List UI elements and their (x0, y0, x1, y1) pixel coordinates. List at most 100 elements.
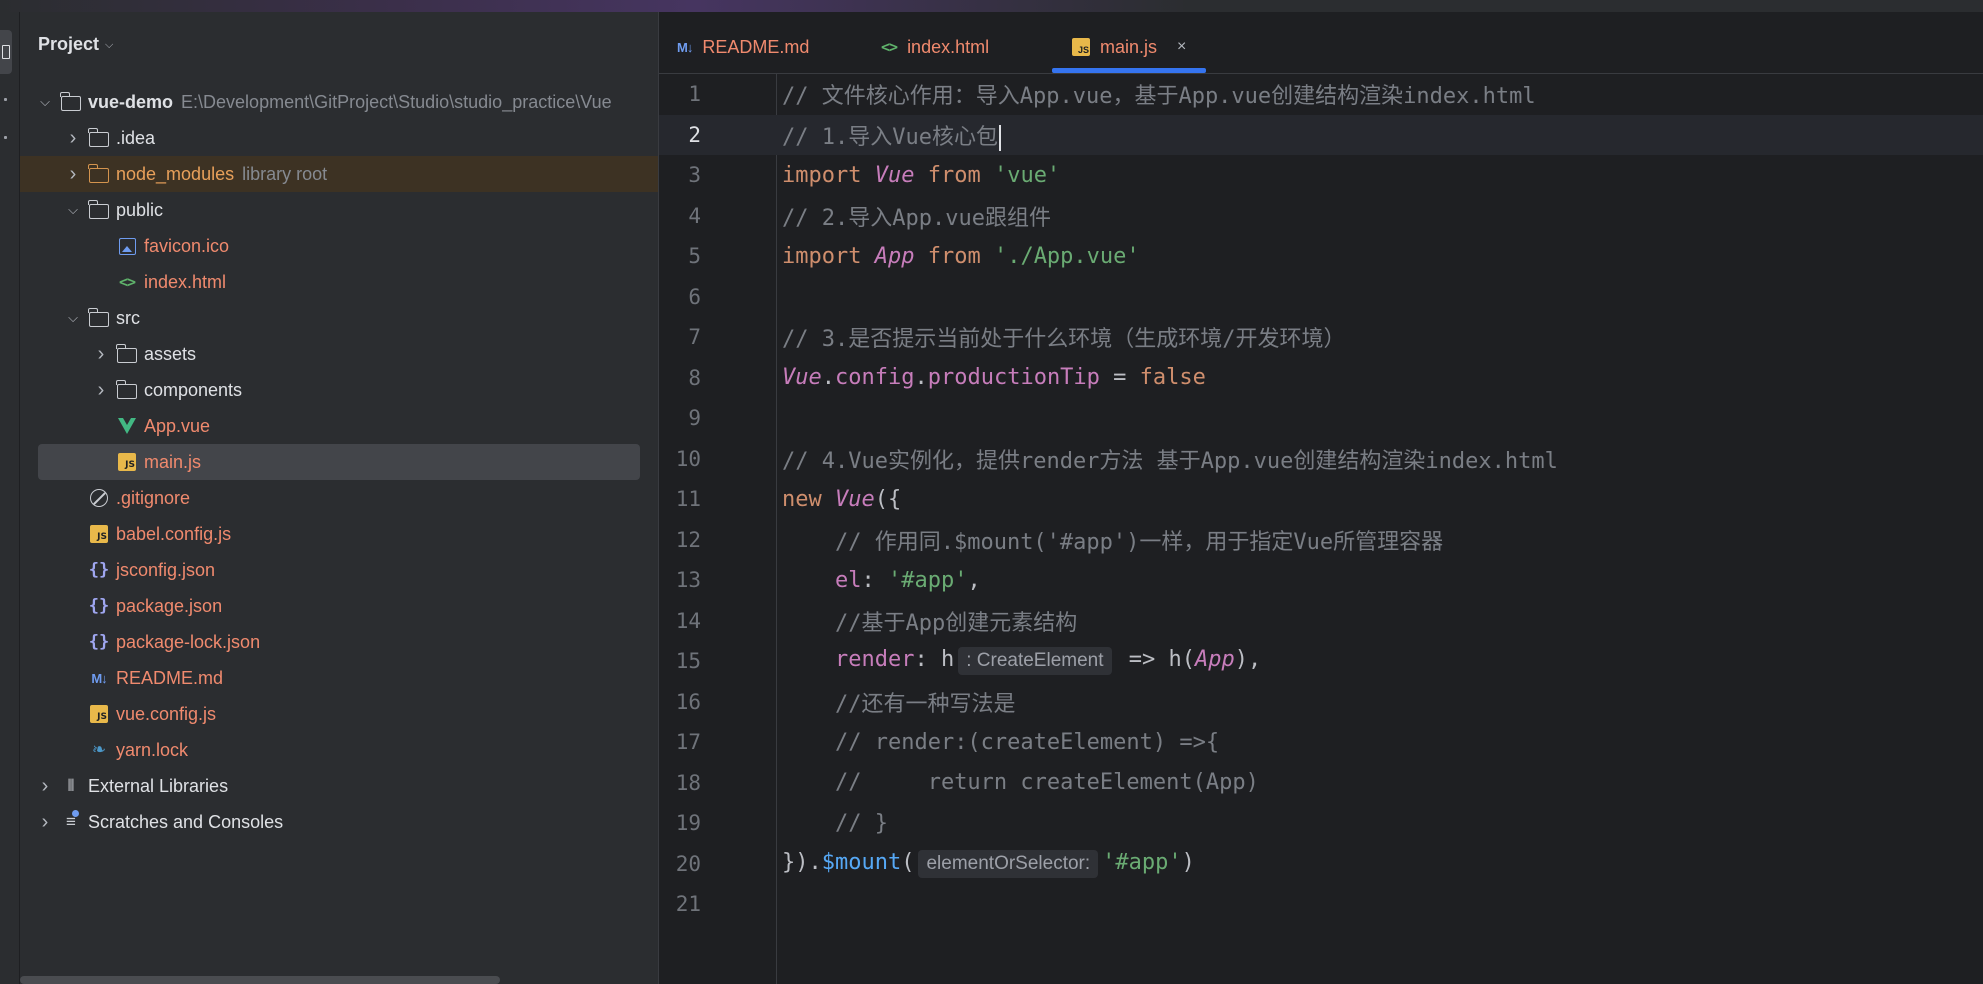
tree-item-label: App.vue (144, 415, 211, 436)
folder-icon (88, 199, 110, 221)
code-token: = (1099, 365, 1140, 391)
tree-row[interactable]: › node_modules library root (20, 156, 658, 192)
chevron-down-icon[interactable]: ⌵ (64, 310, 82, 326)
tree-item-label: yarn.lock (116, 739, 189, 760)
tree-row[interactable]: › assets (20, 336, 658, 372)
tree-row[interactable]: ⌵ public (20, 192, 658, 228)
code-line[interactable]: 9 (659, 398, 1983, 439)
active-tab-indicator (1052, 68, 1206, 73)
chevron-right-icon[interactable]: › (64, 127, 82, 150)
tree-row[interactable]: › components (20, 372, 658, 408)
tree-row[interactable]: {} package-lock.json (20, 624, 658, 660)
yarn-glyph: ❧ (91, 740, 107, 759)
folder-icon (88, 307, 110, 329)
code-line[interactable]: 5 import App from './App.vue' (659, 236, 1983, 277)
code-line[interactable]: 3 import Vue from 'vue' (659, 155, 1983, 196)
code-token: // 3.是否提示当前处于什么环境（生成环境/开发环境） (782, 327, 1346, 353)
tree-row[interactable]: M↓ README.md (20, 660, 658, 696)
project-tree: ⌵ vue-demo E:\Development\GitProject\Studi… (20, 84, 658, 840)
code-token: // 文件核心作用：导入App.vue，基于App.vue创建结构渲染index… (782, 84, 1536, 110)
tree-row[interactable]: App.vue (20, 408, 658, 444)
tree-item-label: Scratches and Consoles (88, 811, 284, 832)
code-line[interactable]: 8 Vue.config.productionTip = false (659, 358, 1983, 399)
tree-row[interactable]: JS main.js (20, 444, 658, 480)
tool-dot-icon[interactable] (4, 98, 7, 101)
code-token: Vue (834, 486, 875, 512)
code-text: // 2.导入App.vue跟组件 (782, 200, 1051, 232)
code-token: import (782, 243, 875, 269)
chevron-down-icon[interactable]: ⌵ (64, 202, 82, 218)
scratches-glyph: ≡ (66, 810, 79, 831)
project-view-selector[interactable]: Project ⌵ (38, 32, 113, 56)
code-line[interactable]: 11 new Vue({ (659, 479, 1983, 520)
tab-readme-md[interactable]: M↓ README.md (677, 32, 809, 62)
code-line[interactable]: 15 render: h: CreateElement => h(App), (659, 641, 1983, 682)
project-tool-button[interactable] (0, 30, 12, 74)
chevron-right-icon[interactable]: › (92, 343, 110, 366)
tab-index-html[interactable]: <> index.html (881, 32, 989, 62)
code-token: // 4.Vue实例化，提供render方法 基于App.vue创建结构渲染in… (782, 448, 1558, 474)
tree-row[interactable]: › .idea (20, 120, 658, 156)
tree-row[interactable]: {} jsconfig.json (20, 552, 658, 588)
code-token: render (834, 647, 915, 673)
code-token: productionTip (927, 365, 1100, 391)
vue-glyph (118, 418, 136, 434)
tree-row[interactable]: ⌵ vue-demo E:\Development\GitProject\Studi… (20, 84, 658, 120)
tree-item-label: package-lock.json (116, 631, 261, 652)
js-file-icon: JS (1072, 38, 1090, 56)
horizontal-scrollbar[interactable] (20, 976, 500, 984)
code-line[interactable]: 6 (659, 277, 1983, 318)
tree-item-label: node_modules (116, 163, 235, 184)
tool-dot-icon[interactable] (4, 136, 7, 139)
code-line[interactable]: 20}).$mount(elementOrSelector: '#app') (659, 844, 1983, 885)
tree-row[interactable]: JS babel.config.js (20, 516, 658, 552)
code-line[interactable]: 7 // 3.是否提示当前处于什么环境（生成环境/开发环境） (659, 317, 1983, 358)
tree-item-label: index.html (144, 271, 227, 292)
folder-shape (116, 343, 137, 363)
tree-row[interactable]: › ⫴ External Libraries (20, 768, 658, 804)
project-panel: Project ⌵ ⌵ vue-demo E:\Development\GitPro… (20, 12, 658, 984)
code-line[interactable]: 21 (659, 884, 1983, 925)
code-view[interactable]: 1 // 文件核心作用：导入App.vue，基于App.vue创建结构渲染inde… (659, 74, 1983, 925)
chevron-right-icon[interactable]: › (64, 163, 82, 186)
tree-row[interactable]: JS vue.config.js (20, 696, 658, 732)
code-token: // 1.导入Vue核心包 (782, 124, 998, 150)
code-line[interactable]: 4 // 2.导入App.vue跟组件 (659, 196, 1983, 237)
tree-row[interactable]: › ≡ Scratches and Consoles (20, 804, 658, 840)
code-line[interactable]: 1 // 文件核心作用：导入App.vue，基于App.vue创建结构渲染inde… (659, 74, 1983, 115)
code-line[interactable]: 14 //基于App创建元素结构 (659, 601, 1983, 642)
code-token: ), (1234, 647, 1262, 673)
chevron-down-icon[interactable]: ⌵ (36, 94, 54, 110)
chevron-right-icon[interactable]: › (36, 811, 54, 834)
folder-shape (60, 91, 81, 111)
js-badge: JS (90, 705, 108, 723)
code-token: . (914, 365, 928, 391)
code-text: el: '#app', (782, 568, 981, 593)
tree-row[interactable]: <> index.html (20, 264, 658, 300)
md-glyph: M↓ (91, 670, 107, 686)
js-file-icon: JS (88, 703, 110, 725)
code-line[interactable]: 2 // 1.导入Vue核心包 (659, 114, 1983, 155)
tree-row[interactable]: .gitignore (20, 480, 658, 516)
tree-row[interactable]: ⌵ src (20, 300, 658, 336)
js-badge: JS (90, 525, 108, 543)
close-icon[interactable]: × (1177, 38, 1186, 56)
code-token: ({ (874, 486, 902, 512)
code-line[interactable]: 18 // return createElement(App) (659, 763, 1983, 804)
chevron-right-icon[interactable]: › (92, 379, 110, 402)
code-line[interactable]: 19 // } (659, 803, 1983, 844)
tree-row[interactable]: favicon.ico (20, 228, 658, 264)
chevron-right-icon[interactable]: › (36, 775, 54, 798)
tab-main-js[interactable]: JS main.js × (1072, 32, 1186, 62)
gitignore-icon (88, 487, 110, 509)
code-line[interactable]: 13 el: '#app', (659, 560, 1983, 601)
code-line[interactable]: 17 // render:(createElement) =>{ (659, 722, 1983, 763)
folder-shape (116, 379, 137, 399)
code-line[interactable]: 10 // 4.Vue实例化，提供render方法 基于App.vue创建结构渲染… (659, 439, 1983, 480)
tree-row[interactable]: {} package.json (20, 588, 658, 624)
code-line[interactable]: 12 // 作用同.$mount('#app')一样，用于指定Vue所管理容器 (659, 520, 1983, 561)
code-token: ) (1181, 849, 1195, 875)
tree-row[interactable]: ❧ yarn.lock (20, 732, 658, 768)
code-line[interactable]: 16 //还有一种写法是 (659, 682, 1983, 723)
